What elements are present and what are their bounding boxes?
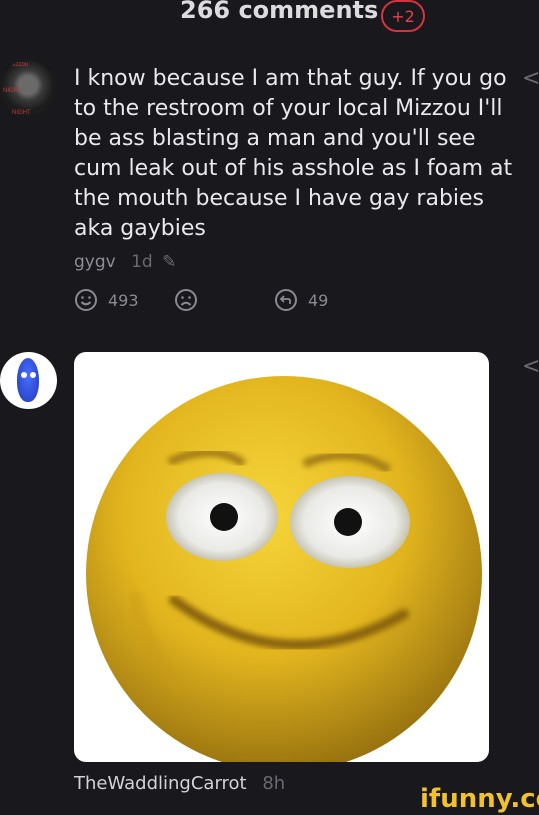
comment-meta: gygv 1d ✎ <box>74 252 176 272</box>
avatar[interactable] <box>0 352 57 409</box>
comment-actions: 493 49 <box>74 288 394 318</box>
pencil-icon: ✎ <box>162 252 177 272</box>
like-count: 493 <box>108 290 139 310</box>
dislike-button[interactable] <box>174 288 198 312</box>
comments-header: 266 comments +2 <box>0 0 539 38</box>
avatar-text: Mizzou <box>9 62 29 68</box>
comment-time: 8h <box>262 773 286 794</box>
avatar[interactable]: Mizzou NIGHT <box>0 60 56 116</box>
reply-chevron-icon[interactable]: < <box>522 66 539 91</box>
frown-icon <box>175 289 197 311</box>
smile-icon <box>75 289 97 311</box>
new-comments-badge[interactable]: +2 <box>381 0 425 32</box>
comment-meta: TheWaddlingCarrot 8h <box>74 773 285 794</box>
username[interactable]: TheWaddlingCarrot <box>74 773 247 794</box>
comment-image[interactable] <box>74 352 489 762</box>
like-button[interactable]: 493 <box>74 288 139 312</box>
ifunny-watermark: ifunny.co <box>420 784 539 814</box>
comment-time: 1d <box>131 252 153 272</box>
reply-count: 49 <box>308 290 329 310</box>
emoji-face-image <box>86 376 482 762</box>
comment-text: I know because I am that guy. If you go … <box>74 66 513 241</box>
avatar-text: NIGHT <box>3 88 22 94</box>
comments-count-title: 266 comments <box>180 0 379 24</box>
avatar-tag: NIGHT <box>12 110 31 116</box>
replies-button[interactable]: 49 <box>274 288 328 312</box>
reply-icon <box>275 289 297 311</box>
reply-chevron-icon[interactable]: < <box>522 354 539 379</box>
username[interactable]: gygv <box>74 252 116 272</box>
